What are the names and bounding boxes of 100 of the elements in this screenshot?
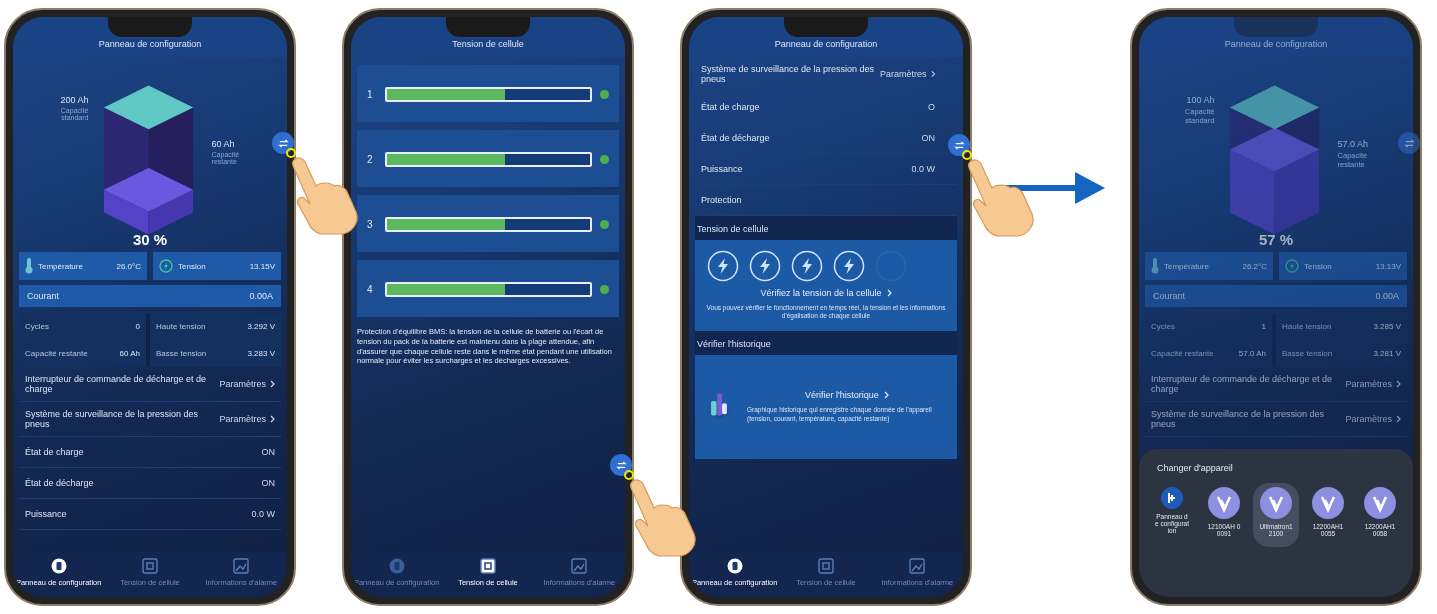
settings-row[interactable]: Système de surveillance de la pression des pneus Paramètres: [695, 57, 957, 92]
swap-icon: [953, 139, 965, 151]
row-value: Paramètres: [219, 379, 266, 389]
swap-icon: [1403, 137, 1415, 149]
section-heading: Tension de cellule: [695, 216, 957, 240]
row-label: Puissance: [701, 164, 743, 174]
stat-value: 57.0 Ah: [1238, 349, 1266, 358]
current-value: 0.00A: [249, 291, 273, 301]
row-value: Paramètres: [219, 414, 266, 424]
temperature-value: 26.2°C: [1242, 261, 1267, 271]
stat-value: 1: [1261, 322, 1266, 331]
row-label: Protection: [701, 195, 742, 205]
remaining-capacity-value: 60 Ah: [211, 139, 236, 149]
row-value: Paramètres: [1345, 379, 1392, 389]
settings-row[interactable]: Interrupteur de commande de décharge et de charge Paramètres: [1145, 367, 1407, 402]
check-history-link[interactable]: Vérifier l'historique: [805, 390, 879, 401]
row-label: État de décharge: [25, 478, 94, 488]
thermometer-icon: [25, 258, 33, 274]
image-icon: [909, 558, 926, 574]
stat-value: 0: [135, 322, 140, 331]
screen-title: Panneau de configuration: [98, 39, 202, 49]
voltage-label: Tension: [1304, 261, 1333, 271]
row-label: Système de surveillance de la pression des pneus: [701, 64, 876, 84]
image-icon: [571, 558, 588, 574]
chip-icon: [142, 558, 158, 574]
voltage-label: Tension: [178, 261, 207, 271]
row-label: État de décharge: [701, 133, 770, 143]
stat-label: Cycles: [1151, 322, 1175, 331]
cell-number: 1: [367, 89, 374, 100]
chevron-right-icon: [270, 380, 275, 388]
stat-label: Haute tension: [1282, 322, 1332, 331]
voltage-value: 13.15V: [249, 261, 275, 271]
swap-icon: [277, 137, 289, 149]
image-icon: [233, 558, 250, 574]
cell-number: 3: [367, 219, 374, 230]
cell-number: 2: [367, 154, 374, 165]
row-label: État de charge: [701, 102, 760, 112]
check-cell-voltage-link[interactable]: Vérifiez la tension de la cellule: [760, 288, 882, 298]
stat-value: 3.292 V: [247, 322, 275, 331]
temperature-label: Température: [38, 261, 84, 271]
stat-label: Haute tension: [156, 322, 206, 331]
battery-icon: [388, 558, 405, 574]
status-dot-icon: [600, 155, 609, 164]
temperature-value: 26.0°C: [116, 261, 141, 271]
device-logo-icon: [1260, 487, 1292, 519]
stat-value: 3.283 V: [247, 349, 275, 358]
standard-capacity-value: 100 Ah: [1186, 95, 1215, 105]
status-dot-icon: [600, 90, 609, 99]
hand-icon: [628, 478, 698, 558]
stat-value: 3.281 V: [1373, 349, 1401, 358]
chevron-right-icon: [886, 289, 892, 297]
bolt-circle-icon: [1285, 259, 1299, 273]
bolt-circle-icon: [159, 259, 173, 273]
chevron-right-icon: [1396, 415, 1401, 423]
row-label: Système de surveillance de la pression des pneus: [25, 409, 200, 429]
current-value: 0.00A: [1375, 291, 1399, 301]
panel-icon: [1161, 487, 1183, 509]
row-label: Puissance: [25, 509, 67, 519]
row-label: Interrupteur de commande de décharge et de charge: [25, 374, 208, 394]
charge-percent: 30 %: [131, 231, 169, 248]
row-value: Paramètres: [1345, 414, 1392, 424]
temperature-label: Température: [1164, 261, 1210, 271]
stat-value: 60 Ah: [119, 349, 140, 358]
row-value: Paramètres: [880, 69, 927, 79]
settings-row[interactable]: Interrupteur de commande de décharge et de charge Paramètres: [19, 367, 281, 402]
row-label: État de charge: [25, 447, 84, 457]
battery-icon: [50, 558, 67, 574]
row-value: ON: [261, 447, 275, 457]
remaining-capacity-value: 57.0 Ah: [1337, 139, 1370, 149]
row-value: 0.0 W: [911, 164, 935, 174]
row-value: 0.0 W: [251, 509, 275, 519]
status-dot-icon: [600, 285, 609, 294]
stat-label: Capacité restante: [1151, 349, 1214, 358]
stat-value: 3.285 V: [1373, 322, 1401, 331]
swap-icon: [615, 459, 627, 471]
chevron-right-icon: [270, 415, 275, 423]
screen-title: Tension de cellule: [452, 39, 524, 49]
settings-row[interactable]: Système de surveillance de la pression des pneus Paramètres: [19, 402, 281, 437]
settings-row[interactable]: Système de surveillance de la pression des pneus Paramètres: [1145, 402, 1407, 437]
charge-percent: 57 %: [1257, 231, 1295, 248]
stat-label: Cycles: [25, 322, 49, 331]
status-dot-icon: [600, 220, 609, 229]
device-logo-icon: [1364, 487, 1396, 519]
row-label: Interrupteur de commande de décharge et de charge: [1151, 374, 1334, 394]
battery-icon: [726, 558, 743, 574]
chevron-right-icon: [1396, 380, 1401, 388]
screen-title: Panneau de configuration: [1224, 39, 1328, 49]
row-value: ON: [261, 478, 275, 488]
standard-capacity-value: 200 Ah: [60, 95, 89, 105]
hand-icon: [290, 156, 360, 236]
stat-label: Basse tension: [156, 349, 207, 358]
current-label: Courant: [27, 291, 60, 301]
stat-label: Basse tension: [1282, 349, 1333, 358]
row-value: ON: [921, 133, 935, 143]
switch-device-button[interactable]: [1398, 132, 1420, 154]
section-heading: Vérifier l'historique: [695, 330, 957, 355]
row-value: O: [928, 102, 935, 112]
current-label: Courant: [1153, 291, 1186, 301]
chevron-right-icon: [883, 391, 889, 400]
device-logo-icon: [1208, 487, 1240, 519]
